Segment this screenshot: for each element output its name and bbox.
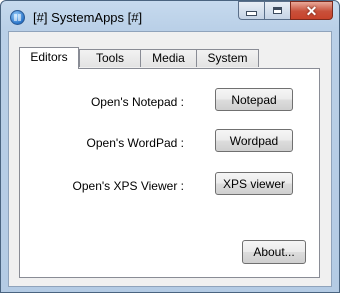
- window-title: [#] SystemApps [#]: [33, 10, 143, 25]
- tab-editors[interactable]: Editors: [19, 47, 79, 69]
- tab-system[interactable]: System: [196, 49, 259, 67]
- minimize-icon: [246, 11, 257, 16]
- caption-buttons: ✕: [238, 1, 333, 21]
- xps-viewer-button[interactable]: XPS viewer: [215, 172, 293, 195]
- close-button[interactable]: ✕: [290, 1, 333, 20]
- minimize-button[interactable]: [238, 1, 264, 20]
- app-window: [#] SystemApps [#] ✕ Editors Tools Media…: [0, 0, 340, 293]
- notepad-label: Open's Notepad :: [90, 95, 184, 109]
- tab-media[interactable]: Media: [140, 49, 197, 67]
- maximize-icon: [273, 7, 282, 14]
- title-bar[interactable]: [#] SystemApps [#] ✕: [1, 1, 339, 31]
- notepad-button[interactable]: Notepad: [215, 88, 293, 111]
- editors-tab-panel: Open's Notepad : Notepad Open's WordPad …: [19, 68, 320, 278]
- tab-tools[interactable]: Tools: [79, 49, 141, 67]
- wordpad-button[interactable]: Wordpad: [215, 129, 293, 152]
- maximize-button[interactable]: [264, 1, 290, 20]
- close-icon: ✕: [305, 2, 318, 19]
- app-icon[interactable]: [10, 10, 25, 25]
- about-button[interactable]: About...: [242, 240, 306, 264]
- wordpad-label: Open's WordPad :: [86, 136, 184, 150]
- client-area: Editors Tools Media System Open's Notepa…: [8, 31, 332, 287]
- xps-viewer-label: Open's XPS Viewer :: [72, 179, 184, 193]
